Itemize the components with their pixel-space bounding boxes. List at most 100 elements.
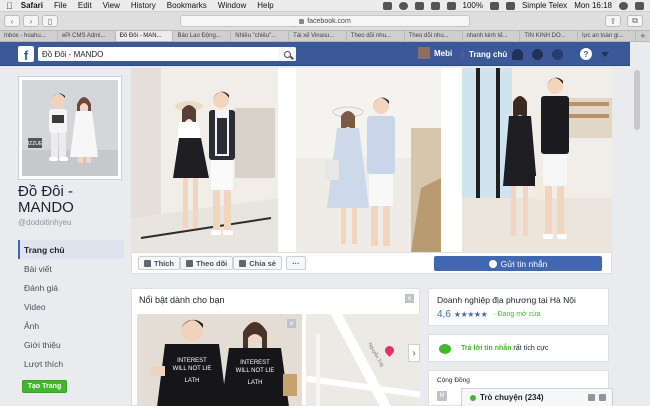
open-status: · Đang mở cửa [493, 311, 541, 318]
online-status-icon [470, 394, 476, 401]
wifi-icon[interactable] [430, 1, 440, 10]
menu-file[interactable]: File [54, 1, 67, 10]
tab-theo-doi-1[interactable]: Theo dõi nhu... [347, 31, 405, 41]
friend-requests-icon[interactable] [512, 48, 523, 60]
thumbs-up-icon [144, 259, 151, 267]
menu-safari[interactable]: Safari [21, 1, 43, 10]
rating-value: 4,6 [437, 309, 451, 320]
follow-button[interactable]: Theo dõi [180, 256, 234, 270]
tab-theo-doi-2[interactable]: Theo dõi nhu... [405, 31, 463, 41]
volume-icon[interactable] [446, 1, 456, 10]
sidebar-toggle-icon[interactable]: ▯ [42, 15, 58, 27]
menubar-clock[interactable]: Mon 16:18 [574, 1, 612, 10]
tab-do-doi-mando[interactable]: Đồ Đôi - MAN... [115, 31, 174, 41]
notifications-globe-icon[interactable] [552, 48, 563, 60]
messenger-icon[interactable] [532, 48, 543, 60]
airplay-icon[interactable] [382, 1, 392, 10]
help-icon[interactable]: ? [580, 48, 592, 60]
menu-window[interactable]: Window [218, 1, 246, 10]
tab-tin-kinh-do[interactable]: TIN KINH DO... [520, 31, 579, 41]
address-bar[interactable]: facebook.com [180, 15, 470, 27]
account-menu-caret-icon[interactable] [601, 51, 609, 57]
response-rate-text: Trả lời tin nhắn rất tích cực [461, 345, 548, 352]
carousel-next-button[interactable]: › [408, 344, 420, 362]
clock-icon[interactable] [398, 1, 408, 10]
location-map[interactable]: Nguyễn Trãi › [306, 314, 420, 406]
tabs-overview-icon[interactable]: ⧉ [627, 15, 643, 27]
sidebar-item-home[interactable]: Trang chủ [18, 240, 124, 259]
share-button[interactable]: Chia sẻ [233, 256, 282, 270]
safari-toolbar: ‹ › ▯ facebook.com ⇪ ⧉ [0, 12, 650, 30]
response-prefix: Trả lời tin nhắn [461, 345, 512, 352]
page-username: @dodoitinhyeu [18, 218, 72, 227]
send-message-label: Gửi tin nhắn [500, 258, 548, 269]
featured-photo[interactable]: INTEREST WILL NOT LIE LATH INTEREST WILL… [137, 314, 302, 406]
facebook-search-input[interactable] [38, 47, 296, 61]
close-photo-icon[interactable]: × [287, 319, 296, 328]
tab-nhieu-chieu[interactable]: Nhiều "chiêu"... [231, 31, 290, 41]
new-tab-button[interactable]: + [636, 31, 650, 41]
avatar [418, 47, 430, 59]
rss-follow-icon [186, 259, 193, 267]
search-button[interactable] [278, 47, 296, 61]
page-scrollbar[interactable] [634, 70, 640, 130]
battery-percent[interactable]: 100% [463, 1, 483, 10]
chat-sidebar-toggle[interactable]: Trò chuyện (234) [461, 388, 613, 406]
forward-button[interactable]: › [23, 15, 39, 27]
sidebar-item-about[interactable]: Giới thiệu [18, 335, 124, 354]
share-arrow-icon [239, 259, 247, 267]
business-category[interactable]: Doanh nghiệp địa phương tại Hà Nội [437, 295, 576, 305]
menu-edit[interactable]: Edit [78, 1, 92, 10]
cover-photo[interactable] [131, 68, 612, 252]
lock-icon [299, 18, 305, 24]
featured-title: Nổi bật dành cho bạn [139, 295, 225, 305]
facebook-logo-icon[interactable]: f [18, 46, 34, 62]
compose-icon[interactable] [588, 394, 595, 401]
tab-epi-cms[interactable]: ePi CMS Admi... [58, 31, 116, 41]
send-message-button[interactable]: Gửi tin nhắn [434, 256, 602, 271]
facebook-header: f Mebi Trang chủ ? [0, 42, 650, 66]
macos-menubar:  Safari File Edit View History Bookmark… [0, 0, 650, 12]
profile-link[interactable]: Mebi [418, 47, 452, 59]
menu-bookmarks[interactable]: Bookmarks [167, 1, 207, 10]
menu-help[interactable]: Help [257, 1, 273, 10]
tab-bar: Inbox - hoahu... ePi CMS Admi... Đồ Đôi … [0, 30, 650, 42]
more-options-button[interactable]: ··· [285, 256, 306, 270]
menu-history[interactable]: History [131, 1, 156, 10]
create-page-button[interactable]: Tạo Trang [22, 380, 67, 393]
couple-tshirt-photo: INTEREST WILL NOT LIE LATH INTEREST WILL… [137, 314, 302, 406]
tab-luc-an-toan[interactable]: lực an toàn gi... [578, 31, 636, 41]
sidebar-item-photos[interactable]: Ảnh [18, 316, 124, 335]
messenger-bubble-icon [488, 259, 497, 268]
notification-center-icon[interactable] [635, 1, 644, 10]
battery-icon[interactable] [489, 1, 499, 10]
spotlight-icon[interactable] [619, 1, 628, 10]
menubar-status: 100% Simple Telex Mon 16:18 [382, 1, 644, 10]
back-button[interactable]: ‹ [4, 15, 20, 27]
page-title: Đồ Đôi - MANDO [18, 183, 74, 216]
apple-icon[interactable]:  [6, 1, 13, 11]
close-icon[interactable]: × [405, 294, 414, 303]
page-sidebar-nav: Trang chủ Bài viết Đánh giá Video Ảnh Gi… [18, 240, 124, 373]
menu-view[interactable]: View [103, 1, 120, 10]
tab-nhanh-kinh-te[interactable]: nhanh kinh tế... [463, 31, 521, 41]
tab-bao-lao-dong[interactable]: Báo Lao Động... [173, 31, 232, 41]
share-icon[interactable]: ⇪ [605, 15, 621, 27]
home-link[interactable]: Trang chủ [462, 50, 507, 59]
sidebar-item-likes[interactable]: Lượt thích [18, 354, 124, 373]
keyboard-icon[interactable] [505, 1, 515, 10]
tab-tai-xe[interactable]: Tài xế Vinasu... [289, 31, 347, 41]
bluetooth-icon[interactable] [414, 1, 424, 10]
menubar-user[interactable]: Simple Telex [522, 1, 567, 10]
page-profile-picture[interactable]: IZZUE [18, 76, 122, 180]
business-info-card: Doanh nghiệp địa phương tại Hà Nội 4,6 ★… [428, 288, 609, 326]
chat-settings-gear-icon[interactable] [599, 394, 606, 401]
share-label: Chia sẻ [249, 258, 276, 268]
map-road [316, 334, 320, 406]
tab-inbox[interactable]: Inbox - hoahu... [0, 31, 58, 41]
sidebar-item-reviews[interactable]: Đánh giá [18, 278, 124, 297]
rating-row[interactable]: 4,6 ★★★★★ · Đang mở cửa [437, 309, 541, 320]
sidebar-item-videos[interactable]: Video [18, 297, 124, 316]
like-button[interactable]: Thích [138, 256, 180, 270]
sidebar-item-posts[interactable]: Bài viết [18, 259, 124, 278]
